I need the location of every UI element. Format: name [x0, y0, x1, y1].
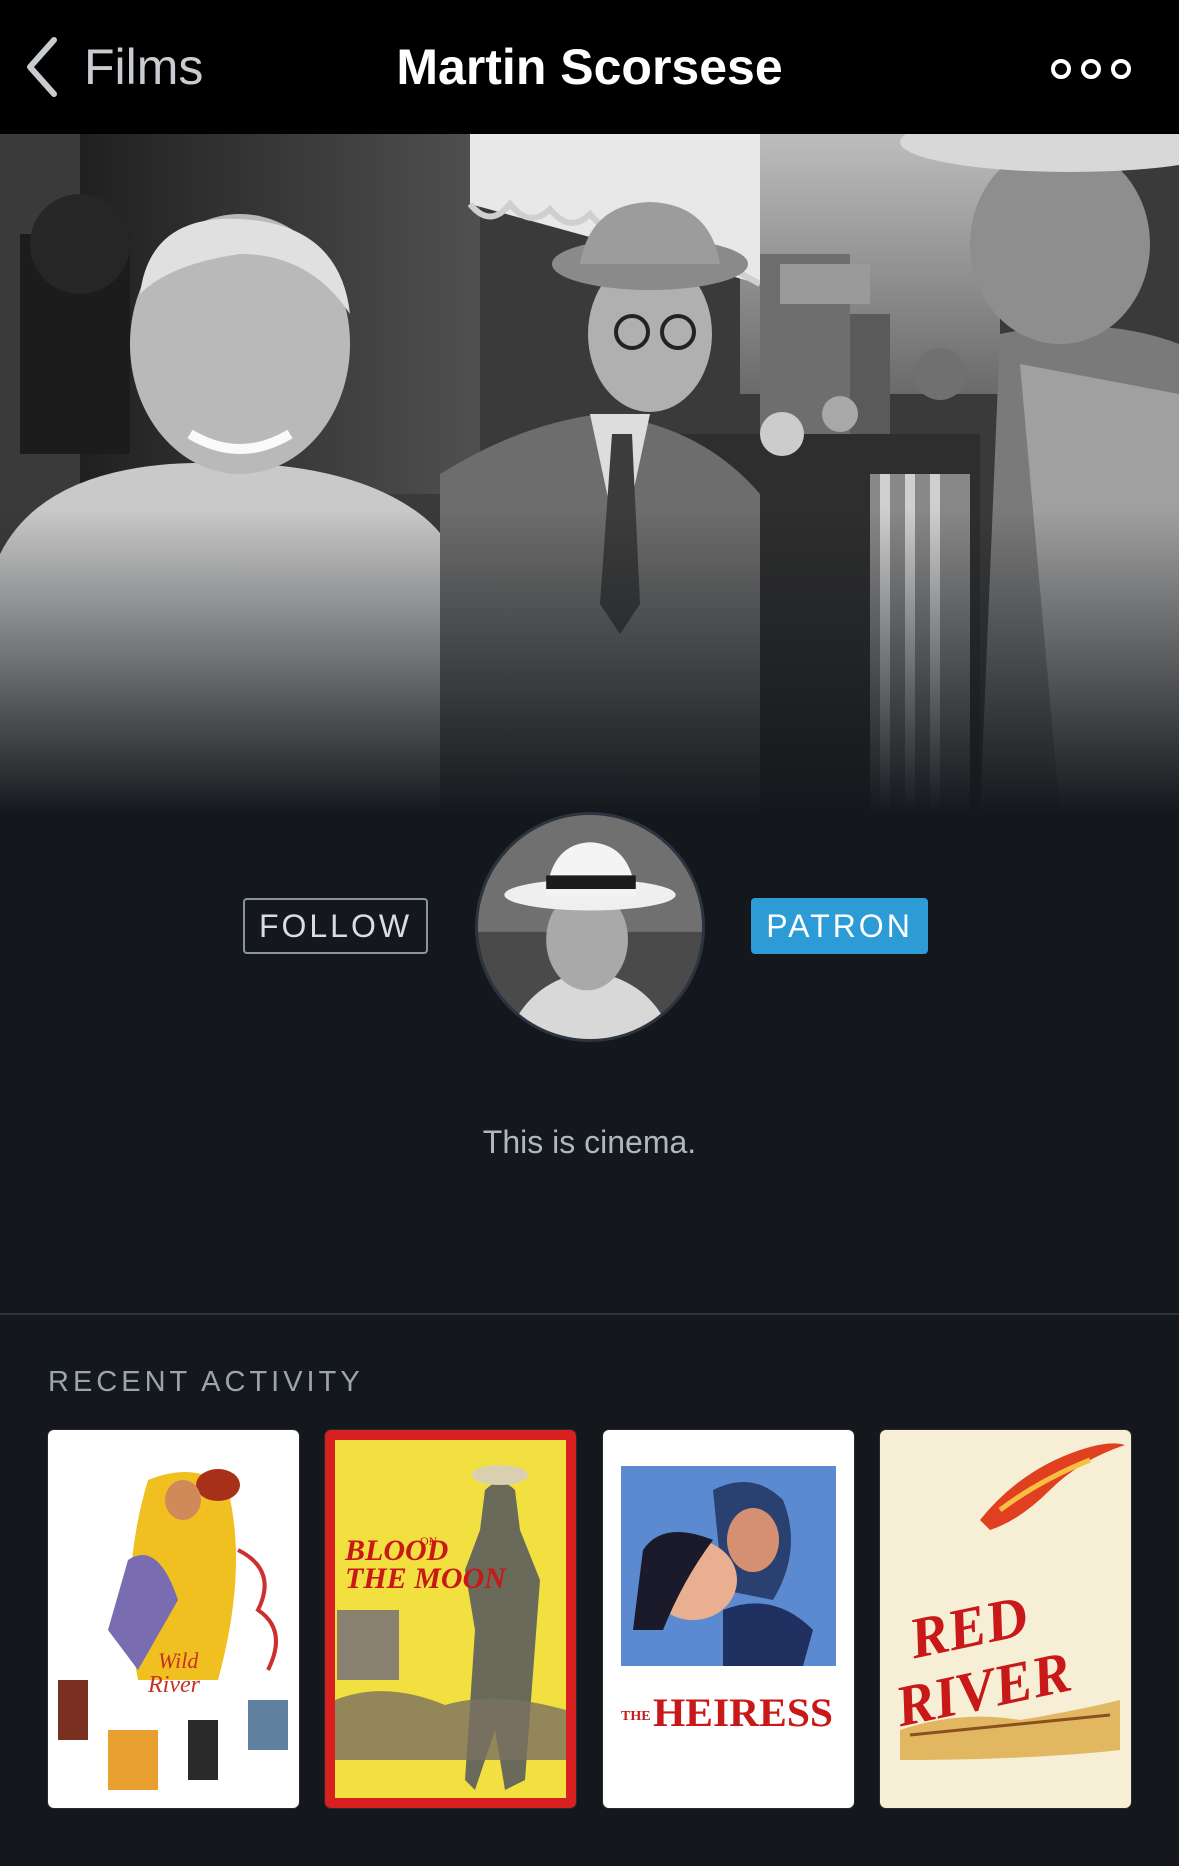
page-title: Martin Scorsese — [396, 39, 783, 95]
poster-blood-on-the-moon[interactable]: BLOOD ON THE MOON — [325, 1430, 577, 1808]
patron-badge[interactable]: PATRON — [751, 898, 928, 954]
more-dot-icon — [1081, 59, 1101, 79]
svg-text:THE MOON: THE MOON — [345, 1562, 507, 1595]
more-dot-icon — [1111, 59, 1131, 79]
recent-activity-list: Wild River BLOOD ON THE MOON THE HEIRESS… — [48, 1430, 1131, 1808]
avatar — [475, 812, 705, 1042]
recent-activity-heading: RECENT ACTIVITY — [48, 1366, 364, 1398]
more-options-button[interactable] — [1051, 54, 1131, 84]
poster-wild-river[interactable]: Wild River — [48, 1430, 299, 1808]
poster-red-river[interactable]: RED RIVER — [879, 1430, 1131, 1808]
svg-text:Wild: Wild — [158, 1648, 199, 1673]
section-divider — [0, 1313, 1179, 1315]
backdrop-image — [0, 134, 1179, 814]
more-dot-icon — [1051, 59, 1071, 79]
top-nav-bar: Films Martin Scorsese — [0, 0, 1179, 134]
profile-bio: This is cinema. — [482, 1124, 697, 1160]
follow-button[interactable]: FOLLOW — [243, 898, 428, 954]
svg-text:River: River — [147, 1672, 201, 1698]
poster-the-heiress[interactable]: THE HEIRESS — [602, 1430, 854, 1808]
svg-text:ON: ON — [420, 1534, 438, 1548]
svg-text:HEIRESS: HEIRESS — [653, 1690, 833, 1735]
svg-text:THE: THE — [621, 1709, 651, 1724]
